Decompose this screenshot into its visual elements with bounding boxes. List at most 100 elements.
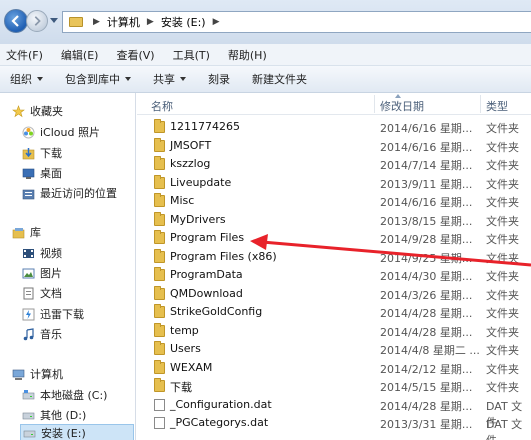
file-name: JMSOFT [170, 138, 212, 152]
column-divider[interactable] [480, 95, 481, 113]
file-row[interactable]: _Configuration.dat 2014/4/28 星期... DAT 文件 [137, 396, 531, 429]
file-name: _PGCategorys.dat [170, 416, 269, 429]
file-row[interactable]: JMSOFT 2014/6/16 星期... 文件夹 [137, 137, 531, 155]
sidebar-item-recent[interactable]: 最近访问的位置 [22, 184, 117, 202]
sidebar-item-downloads[interactable]: 下载 [22, 144, 62, 162]
sidebar-item-documents[interactable]: 文档 [22, 284, 62, 302]
new-folder-button[interactable]: 新建文件夹 [252, 71, 307, 87]
sidebar-item-drive-c[interactable]: 本地磁盘 (C:) [22, 386, 107, 404]
command-bar: 组织 包含到库中 共享 刻录 新建文件夹 [0, 66, 531, 93]
chevron-right-icon[interactable]: ▶ [213, 17, 220, 27]
folder-icon [154, 137, 165, 152]
history-dropdown-icon[interactable] [50, 18, 58, 23]
chevron-right-icon[interactable]: ▶ [93, 17, 100, 27]
file-row[interactable]: MyDrivers 2013/8/15 星期... 文件夹 [137, 211, 531, 229]
file-row[interactable]: Program Files 2014/9/28 星期... 文件夹 [137, 229, 531, 247]
file-row[interactable]: kszzlog 2014/7/14 星期... 文件夹 [137, 155, 531, 173]
column-date[interactable]: 修改日期 [380, 98, 424, 114]
file-row[interactable]: Liveupdate 2013/9/11 星期... 文件夹 [137, 174, 531, 192]
file-name: 下载 [170, 381, 192, 394]
forward-button[interactable] [26, 10, 48, 32]
sidebar-item-drive-d[interactable]: 其他 (D:) [22, 406, 86, 424]
column-header: 名称 修改日期 类型 [137, 93, 531, 115]
sidebar-item-icloud[interactable]: iCloud 照片 [22, 123, 100, 141]
computer-icon [12, 368, 25, 381]
file-date: 2014/5/15 星期... [380, 381, 473, 394]
file-row[interactable]: ProgramData 2014/4/30 星期... 文件夹 [137, 266, 531, 284]
sidebar-item-label: 收藏夹 [30, 105, 63, 118]
column-type[interactable]: 类型 [486, 98, 508, 114]
folder-icon [154, 378, 165, 392]
file-type: 文件夹 [486, 251, 519, 265]
file-date: 2014/2/12 星期... [380, 362, 473, 376]
menu-view[interactable]: 查看(V) [114, 45, 156, 65]
breadcrumb-computer[interactable]: 计算机 [107, 14, 140, 30]
file-row[interactable]: Misc 2014/6/16 星期... 文件夹 [137, 192, 531, 210]
music-icon [22, 327, 35, 341]
sidebar-item-label: 本地磁盘 (C:) [40, 389, 108, 402]
column-divider[interactable] [374, 95, 375, 113]
drive-icon [22, 409, 35, 422]
navigation-pane: 收藏夹 iCloud 照片 下载 桌面 最近访问的位置 库 视频 图片 文档 迅… [0, 93, 136, 440]
icloud-photos-icon [22, 126, 35, 139]
folder-icon [154, 341, 165, 355]
share-label: 共享 [153, 73, 175, 86]
sidebar-item-thunder[interactable]: 迅雷下载 [22, 305, 84, 323]
library-icon [12, 226, 25, 239]
address-box[interactable]: ▶ 计算机 ▶ 安装 (E:) ▶ [62, 11, 531, 33]
folder-icon [154, 322, 165, 337]
include-library-button[interactable]: 包含到库中 [65, 71, 131, 87]
file-date: 2014/9/28 星期... [380, 233, 473, 246]
back-button[interactable] [4, 9, 28, 33]
file-type: 文件夹 [486, 307, 519, 320]
sidebar-item-pictures[interactable]: 图片 [22, 264, 62, 282]
file-name: 1211774265 [170, 120, 240, 133]
forward-arrow-icon [34, 16, 41, 26]
sidebar-item-libraries[interactable]: 库 [12, 223, 41, 241]
file-date: 2013/8/15 星期... [380, 214, 473, 228]
menu-edit[interactable]: 编辑(E) [59, 45, 101, 65]
sidebar-item-favorites[interactable]: 收藏夹 [12, 102, 63, 120]
file-row[interactable]: WEXAM 2014/2/12 星期... 文件夹 [137, 359, 531, 377]
file-row[interactable]: StrikeGoldConfig 2014/4/28 星期... 文件夹 [137, 303, 531, 321]
sidebar-item-computer[interactable]: 计算机 [12, 365, 63, 383]
sidebar-item-desktop[interactable]: 桌面 [22, 164, 62, 182]
file-type: 文件夹 [486, 270, 519, 283]
sidebar-item-music[interactable]: 音乐 [22, 325, 62, 343]
file-row[interactable]: _PGCategorys.dat 2013/3/31 星期... DAT 文件 [137, 414, 531, 440]
file-row[interactable]: 1211774265 2014/6/16 星期... 文件夹 [137, 118, 531, 136]
organize-button[interactable]: 组织 [10, 71, 43, 87]
share-button[interactable]: 共享 [153, 71, 186, 87]
file-name: temp [170, 323, 199, 337]
address-bar-row: ▶ 计算机 ▶ 安装 (E:) ▶ [0, 0, 531, 44]
organize-label: 组织 [10, 73, 32, 86]
sidebar-item-label: 下载 [40, 147, 62, 160]
menu-tools[interactable]: 工具(T) [171, 45, 212, 65]
folder-icon [154, 119, 165, 133]
file-row[interactable]: QMDownload 2014/3/26 星期... 文件夹 [137, 285, 531, 303]
burn-button[interactable]: 刻录 [208, 71, 230, 87]
dropdown-arrow-icon [125, 77, 131, 81]
column-name[interactable]: 名称 [151, 98, 173, 114]
drive-icon [22, 389, 35, 402]
file-name: Program Files [170, 231, 245, 244]
folder-icon [154, 230, 165, 244]
sidebar-item-drive-e[interactable]: 安装 (E:) [20, 424, 134, 440]
menu-file[interactable]: 文件(F) [4, 45, 45, 65]
sidebar-item-label: 库 [30, 226, 41, 239]
dropdown-arrow-icon [37, 77, 43, 81]
file-icon [154, 417, 165, 429]
file-row[interactable]: Users 2014/4/8 星期二 ... 文件夹 [137, 340, 531, 358]
file-date: 2014/4/28 星期... [380, 325, 473, 339]
sidebar-item-label: iCloud 照片 [40, 126, 100, 139]
file-row[interactable]: Program Files (x86) 2014/9/25 星期... 文件夹 [137, 248, 531, 266]
breadcrumb-drive-e[interactable]: 安装 (E:) [161, 14, 206, 30]
sidebar-item-videos[interactable]: 视频 [22, 244, 62, 262]
file-row[interactable]: 下载 2014/5/15 星期... 文件夹 [137, 377, 531, 395]
file-row[interactable]: temp 2014/4/28 星期... 文件夹 [137, 322, 531, 340]
file-name: kszzlog [170, 157, 211, 170]
menu-help[interactable]: 帮助(H) [226, 45, 269, 65]
sidebar-item-label: 安装 (E:) [41, 427, 86, 440]
chevron-right-icon[interactable]: ▶ [147, 17, 154, 27]
folder-icon [154, 248, 165, 263]
